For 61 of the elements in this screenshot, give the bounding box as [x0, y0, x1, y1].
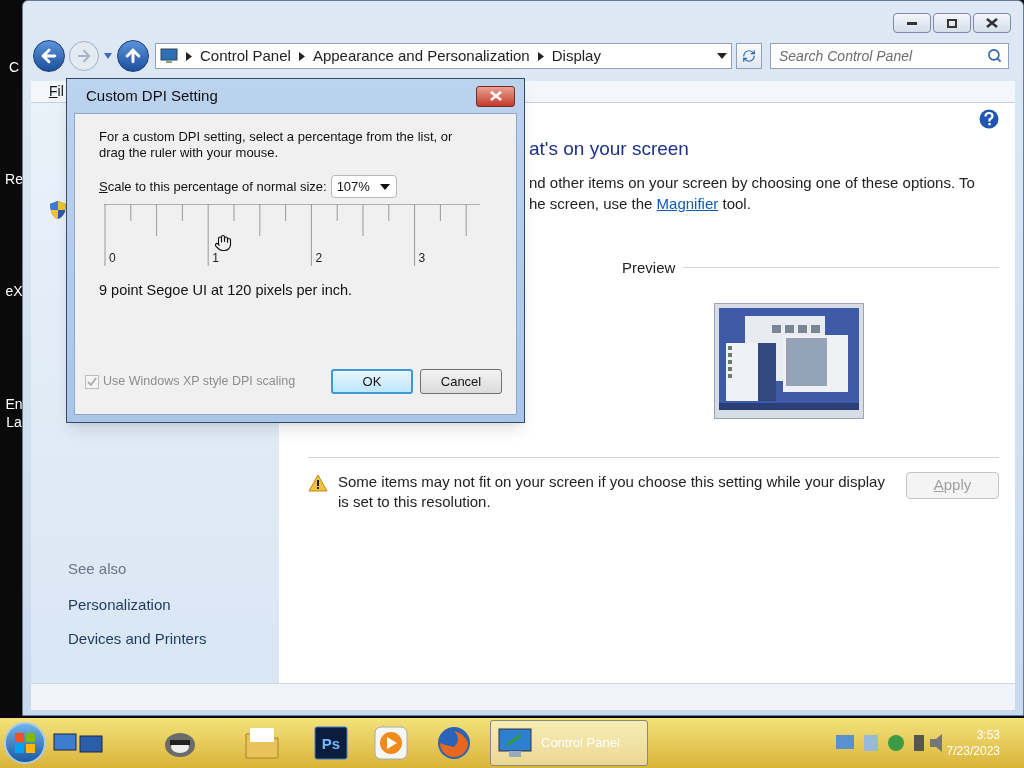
close-icon	[489, 91, 502, 101]
see-also-heading: See also	[67, 558, 128, 579]
photoshop-icon[interactable]: Ps	[314, 726, 348, 760]
scale-label: Scale to this percentage of normal size:	[99, 177, 327, 196]
ruler-label: 0	[109, 251, 116, 265]
dialog-close-button[interactable]	[476, 85, 515, 107]
dialog-button[interactable]: OK	[331, 369, 413, 394]
ruler-drawing[interactable]: 0 1 2 3	[104, 204, 480, 268]
help-icon[interactable]	[979, 109, 999, 129]
shield-icon	[49, 200, 67, 220]
tray-icons-drawing[interactable]	[834, 731, 944, 755]
monitor-icon	[497, 727, 533, 759]
warning-text: Some items may not fit on your screen if you choose this setting while your display is set to this resolution.	[338, 472, 886, 512]
sidebar-link[interactable]: Devices and Printers	[49, 627, 279, 650]
instructions-text: For a custom DPI setting, select a percentage from the list, or drag the ruler with your mouse.	[99, 129, 454, 161]
refresh-icon	[742, 49, 756, 63]
refresh-button[interactable]	[736, 43, 762, 69]
scale-dropdown[interactable]: 107%	[330, 175, 397, 198]
preview-label: Preview	[622, 257, 676, 278]
start-button[interactable]	[4, 722, 46, 764]
desktop-icon-label[interactable]: La	[6, 413, 22, 431]
back-button[interactable]	[33, 40, 65, 72]
sample-text: 9 point Segoe UI at 120 pixels per inch.	[99, 281, 354, 300]
address-bar[interactable]: Control Panel Appearance and Personalization Display	[155, 43, 732, 69]
desktop-icon-label[interactable]: En	[5, 395, 23, 413]
up-button[interactable]	[117, 40, 149, 72]
search-icon	[987, 48, 1002, 63]
quick-launch-icon[interactable]	[52, 730, 104, 756]
close-button[interactable]	[973, 13, 1011, 33]
ruler-label: 1	[212, 251, 219, 265]
warning-icon	[308, 474, 328, 492]
intro-text: nd other items on your screen by choosing one of these options. To he screen, use the Magnifier tool.	[529, 172, 976, 214]
dropdown-arrow-icon	[379, 183, 390, 190]
monitor-icon	[160, 48, 178, 64]
close-icon	[986, 18, 998, 28]
firefox-icon[interactable]	[436, 725, 472, 761]
page-heading: at's on your screen	[529, 137, 690, 161]
magnifier-link[interactable]: Magnifier	[656, 194, 719, 212]
menu-item[interactable]: Fil	[49, 81, 64, 102]
dialog-button[interactable]: Cancel	[420, 369, 502, 394]
windows-logo-icon	[14, 732, 36, 754]
hand-cursor-icon	[214, 234, 232, 252]
breadcrumb-arrow-icon[interactable]	[537, 51, 544, 61]
desktop-icon-label[interactable]: C	[8, 58, 20, 76]
sidebar-link[interactable]: Personalization	[49, 594, 279, 617]
ruler-label: 2	[315, 251, 323, 265]
minimize-button[interactable]	[893, 13, 931, 33]
history-dropdown-icon[interactable]	[103, 52, 113, 60]
desktop-icon-label[interactable]: eX	[5, 282, 23, 300]
ruler-label: 3	[418, 251, 426, 265]
forward-arrow-icon	[75, 47, 93, 65]
maximize-button[interactable]	[933, 13, 971, 33]
breadcrumb[interactable]: Control Panel	[200, 44, 291, 68]
breadcrumb[interactable]: Display	[551, 44, 601, 68]
dialog-title: Custom DPI Setting	[86, 85, 219, 106]
search-field[interactable]: Search Control Panel	[770, 43, 1009, 69]
breadcrumb[interactable]: Appearance and Personalization	[312, 44, 530, 68]
address-dropdown-icon[interactable]	[717, 53, 727, 59]
breadcrumb-arrow-icon[interactable]	[186, 51, 192, 61]
desktop-icon-label[interactable]: Re	[5, 170, 23, 188]
breadcrumb-arrow-icon[interactable]	[298, 51, 305, 61]
